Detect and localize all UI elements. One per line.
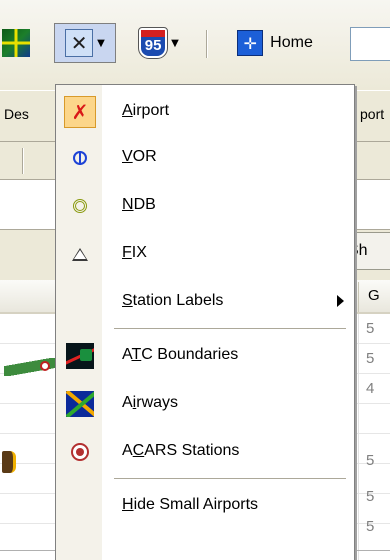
acars-stations-icon (64, 436, 96, 468)
menu-item-label: Airways (122, 394, 179, 411)
navaid-filter-icon: ✕ (65, 29, 94, 57)
atc-boundaries-icon (64, 340, 96, 372)
airways-icon (64, 388, 96, 420)
menu-item-label: Hide Small Airports (122, 496, 259, 513)
chevron-down-icon: ▼ (97, 37, 105, 49)
menu-item-label: Station Labels (122, 292, 224, 309)
shield-number: 95 (144, 37, 162, 54)
menu-item-label: FIX (122, 244, 147, 261)
menu-item-label: NDB (122, 196, 156, 213)
airport-icon: ✗ (64, 96, 96, 128)
cell-value: 5 (366, 320, 375, 337)
home-button[interactable]: ✛ Home (220, 23, 330, 63)
toolbar-separator (22, 148, 24, 174)
menu-item-airport[interactable]: ✗ Airport (58, 91, 352, 133)
airline-logo-icon (4, 358, 56, 376)
map-layer-button[interactable] (0, 23, 40, 63)
cell-value: 5 (366, 518, 375, 535)
menu-separator (114, 478, 346, 480)
cell-value: 4 (366, 380, 375, 397)
menu-item-label: VOR (122, 148, 157, 165)
menu-item-label: ATC Boundaries (122, 346, 239, 363)
column-divider (358, 314, 359, 560)
fix-icon (64, 238, 96, 270)
map-icon (2, 29, 30, 57)
column-divider[interactable] (358, 282, 359, 312)
toolbar: ✕ ▼ 95 ▼ ✛ Home (0, 0, 390, 90)
ndb-icon (64, 190, 96, 222)
interstate-shield-icon: 95 (138, 27, 169, 59)
menu-item-station-labels[interactable]: Station Labels (58, 281, 352, 323)
menu-item-label: Airport (122, 102, 170, 119)
menu-item-atc-boundaries[interactable]: ATC Boundaries (58, 335, 352, 377)
menu-item-ndb[interactable]: NDB (58, 185, 352, 227)
home-label: Home (270, 34, 313, 51)
toolbar-text-field[interactable] (350, 27, 390, 61)
tab-description-fragment[interactable]: Des (4, 106, 29, 122)
submenu-arrow-icon (337, 295, 344, 307)
menu-item-label: ACARS Stations (122, 442, 240, 459)
cell-value: 5 (366, 350, 375, 367)
menu-separator (114, 328, 346, 330)
vor-icon (64, 142, 96, 174)
toolbar-separator (206, 30, 208, 58)
menu-item-airways[interactable]: Airways (58, 383, 352, 425)
navaid-filter-button[interactable]: ✕ ▼ (54, 23, 116, 63)
cell-value: 5 (366, 452, 375, 469)
menu-item-hide-small-airports[interactable]: Hide Small Airports (58, 485, 352, 527)
cell-value: 5 (366, 488, 375, 505)
chevron-down-icon: ▼ (171, 37, 179, 49)
menu-item-acars-stations[interactable]: ACARS Stations (58, 431, 352, 473)
grid-column-header[interactable]: G (368, 287, 380, 304)
road-layer-button[interactable]: 95 ▼ (128, 23, 190, 63)
airline-logo-icon (2, 451, 16, 473)
menu-item-fix[interactable]: FIX (58, 233, 352, 275)
home-icon: ✛ (237, 30, 264, 56)
tab-airport-fragment[interactable]: port (360, 106, 384, 122)
menu-item-vor[interactable]: VOR (58, 137, 352, 179)
navaid-dropdown-menu: ✗ Airport VOR NDB FIX Station Labels ATC… (55, 84, 355, 560)
